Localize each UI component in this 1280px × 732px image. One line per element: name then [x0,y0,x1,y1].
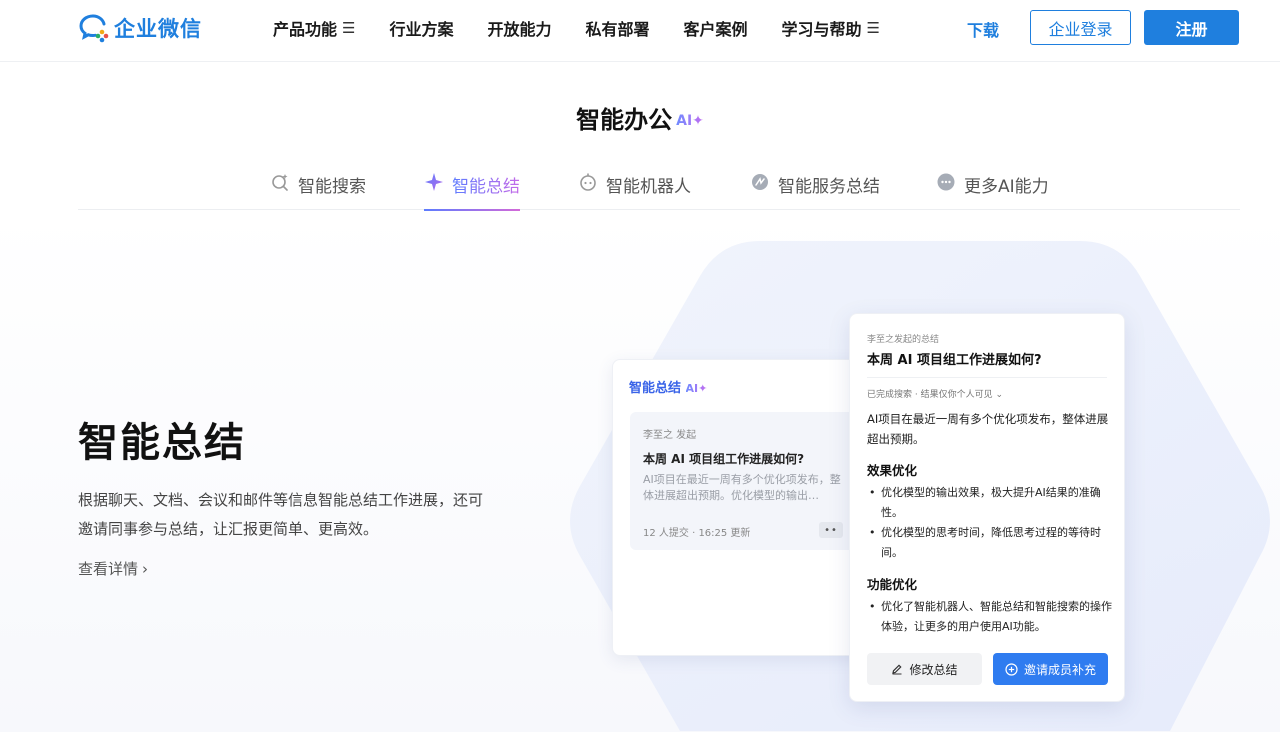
section-heading: 效果优化 [867,463,918,478]
nav-item-industry[interactable]: 行业方案 [389,16,453,40]
tab-label: 智能服务总结 [778,177,880,197]
tab-label: 智能机器人 [606,177,691,197]
summary-footer: 12 人提交 · 16:25 更新 [643,528,751,539]
view-details-link[interactable]: 查看详情 › [78,558,148,579]
brand-logo[interactable]: 企业微信 [78,12,202,44]
bullet-item: 优化了智能机器人、智能总结和智能搜索的操作体验，让更多的用户使用AI功能。 [867,597,1119,637]
edit-summary-button[interactable]: 修改总结 [867,653,982,685]
section-title-text: 智能办公 [576,106,673,134]
bullet-list: 优化了智能机器人、智能总结和智能搜索的操作体验，让更多的用户使用AI功能。 [867,597,1119,637]
nav-item-open-platform[interactable]: 开放能力 [487,16,551,40]
main-nav: 产品功能 ☰ 行业方案 开放能力 私有部署 客户案例 学习与帮助 ☰ [273,16,914,40]
more-icon [936,172,956,192]
plus-circle-icon [1005,662,1018,676]
summary-question: 本周 AI 项目组工作进展如何? [643,452,805,466]
summary-item[interactable]: 李至之 发起 本周 AI 项目组工作进展如何? AI项目在最近一周有多个优化项发… [630,412,858,550]
summary-intro: AI项目在最近一周有多个优化项发布，整体进展超出预期。 [867,412,1109,446]
nav-label: 开放能力 [487,20,552,39]
invite-members-button[interactable]: 邀请成员补充 [993,653,1108,685]
feature-title: 智能总结 [78,420,246,466]
nav-item-product[interactable]: 产品功能 ☰ [273,16,355,40]
visibility-status[interactable]: 已完成搜索 · 结果仅你个人可见 ⌄ [867,387,1003,400]
tab-label: 智能总结 [452,172,520,197]
enterprise-login-button[interactable]: 企业登录 [1030,10,1131,45]
nav-item-cases[interactable]: 客户案例 [684,16,748,40]
top-navigation-bar: 企业微信 产品功能 ☰ 行业方案 开放能力 私有部署 客户案例 学习与帮助 ☰ … [0,0,1280,62]
menu-icon: ☰ [866,19,880,37]
tab-label: 智能搜索 [298,177,366,197]
ai-badge: AI✦ [676,113,704,129]
summary-detail-card: 李至之发起的总结 本周 AI 项目组工作进展如何? 已完成搜索 · 结果仅你个人… [849,313,1125,702]
feature-description: 根据聊天、文档、会议和邮件等信息智能总结工作进展，还可邀请同事参与总结，让汇报更… [78,491,484,538]
search-sparkle-icon [270,172,290,192]
section-title: 智能办公 AI✦ [0,100,1280,135]
summary-preview: AI项目在最近一周有多个优化项发布，整体进展超出预期。优化模型的输出… [643,473,841,502]
nav-label: 客户案例 [683,20,748,39]
service-icon [750,172,770,192]
ai-badge: AI✦ [685,382,708,395]
bullet-list: 优化模型的输出效果，极大提升AI结果的准确性。 优化模型的思考时间，降低思考过程… [867,483,1119,563]
button-label: 邀请成员补充 [1023,662,1096,677]
link-label: 查看详情 [78,560,139,578]
summary-initiator: 李至之 发起 [643,430,697,441]
download-link[interactable]: 下载 [967,17,999,41]
section-heading: 功能优化 [867,577,918,592]
chevron-right-icon: › [142,559,149,578]
divider [867,377,1107,378]
menu-icon: ☰ [342,19,356,37]
robot-icon [578,172,598,192]
wecom-logo-icon [78,12,110,44]
tab-label: 更多AI能力 [964,177,1049,197]
register-button[interactable]: 注册 [1144,10,1239,45]
card-title-text: 智能总结 [629,381,682,396]
nav-label: 产品功能 [273,20,338,39]
card-title: 智能总结 AI✦ [629,377,707,396]
nav-item-help[interactable]: 学习与帮助 ☰ [782,16,880,40]
feature-tabs: 智能搜索 智能总结 智能机器人 智能服务总结 更多AI能力 [78,160,1240,211]
tab-more-ai[interactable]: 更多AI能力 [936,160,1049,210]
nav-label: 私有部署 [585,20,650,39]
summary-initiator: 李至之发起的总结 [867,335,940,345]
tab-smart-search[interactable]: 智能搜索 [270,160,366,210]
nav-item-private-deploy[interactable]: 私有部署 [586,16,650,40]
tab-smart-robot[interactable]: 智能机器人 [578,160,691,210]
brand-name: 企业微信 [114,17,202,41]
nav-label: 学习与帮助 [781,20,862,39]
bullet-item: 优化模型的输出效果，极大提升AI结果的准确性。 [867,483,1119,523]
summary-list-card: 智能总结 AI✦ 李至之 发起 本周 AI 项目组工作进展如何? AI项目在最近… [612,359,874,656]
button-label: 修改总结 [909,662,958,677]
summary-title: 本周 AI 项目组工作进展如何? [867,353,1042,368]
tab-service-summary[interactable]: 智能服务总结 [750,160,880,210]
sparkle-icon [424,172,444,192]
nav-label: 行业方案 [389,20,454,39]
pencil-icon [891,663,903,675]
bullet-item: 优化模型的思考时间，降低思考过程的等待时间。 [867,523,1119,563]
tab-smart-summary[interactable]: 智能总结 [424,160,520,211]
more-options-button[interactable]: •• [819,522,843,538]
